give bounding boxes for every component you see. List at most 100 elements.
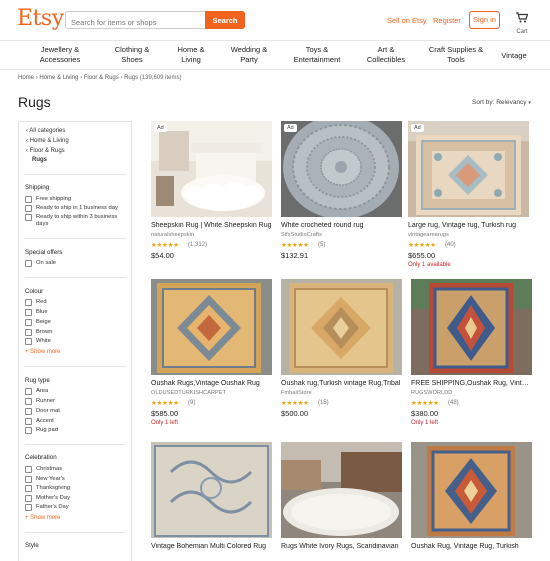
listing-image[interactable] bbox=[281, 121, 402, 217]
celebration-heading: Celebration bbox=[25, 454, 57, 461]
price: $655.00 bbox=[408, 251, 436, 260]
review-count: (40) bbox=[445, 242, 456, 248]
cat-all[interactable]: ‹ All categories bbox=[26, 128, 65, 134]
option-label: Area bbox=[36, 388, 49, 394]
checkbox[interactable] bbox=[25, 196, 32, 203]
price: $132.91 bbox=[281, 251, 309, 260]
option-label: Blue bbox=[36, 309, 48, 315]
register-link[interactable]: Register bbox=[433, 16, 461, 25]
checkbox[interactable] bbox=[25, 495, 32, 502]
checkbox[interactable] bbox=[25, 398, 32, 405]
checkbox[interactable] bbox=[25, 329, 32, 336]
option-label: New Year's bbox=[36, 476, 65, 482]
cart-button[interactable]: Cart bbox=[512, 10, 532, 35]
option-label: Ready to ship in 1 business day bbox=[36, 205, 118, 211]
crumb-home-living[interactable]: Home & Living bbox=[39, 75, 78, 81]
sort-dropdown[interactable]: Sort by: Relevancy ▾ bbox=[472, 99, 531, 106]
ad-badge: Ad bbox=[154, 124, 167, 132]
listing-title[interactable]: Oushak Rug, Vintage Rug, Turkish bbox=[411, 543, 532, 550]
listing-title[interactable]: Oushak rug,Turkish vintage Rug,Tribal bbox=[281, 380, 402, 387]
nav-toys[interactable]: Toys & Entertainment bbox=[285, 45, 349, 65]
site-header: Etsy Search Sell on Etsy Register Sign i… bbox=[0, 0, 550, 40]
price: $380.00 bbox=[411, 409, 439, 418]
listing-title[interactable]: Vintage Bohemian Multi Colored Rug bbox=[151, 543, 272, 550]
nav-vintage[interactable]: Vintage bbox=[498, 51, 530, 61]
crumb-separator: › bbox=[80, 75, 83, 81]
review-count: (1,312) bbox=[188, 242, 208, 248]
divider bbox=[25, 238, 126, 239]
shop-name[interactable]: OLDUSEDTURKISHCARPET bbox=[151, 390, 226, 396]
colour-show-more[interactable]: + Show more bbox=[25, 349, 61, 355]
listing-title[interactable]: Rugs White Ivory Rugs, Scandinavian bbox=[281, 543, 402, 550]
nav-home-living[interactable]: Home & Living bbox=[171, 45, 211, 65]
option-label: Christmas bbox=[36, 466, 63, 472]
crumb-home[interactable]: Home bbox=[18, 75, 34, 81]
listing-image[interactable] bbox=[281, 279, 402, 375]
celebration-show-more[interactable]: + Show more bbox=[25, 515, 61, 521]
checkbox[interactable] bbox=[25, 427, 32, 434]
shop-name[interactable]: RUGSWORLDD bbox=[411, 390, 452, 396]
listing-title[interactable]: Sheepskin Rug | White Sheepskin Rug bbox=[151, 222, 272, 229]
checkbox[interactable] bbox=[25, 319, 32, 326]
checkbox[interactable] bbox=[25, 309, 32, 316]
etsy-logo[interactable]: Etsy bbox=[17, 6, 64, 31]
shop-name[interactable]: SifsStudioCrafts bbox=[281, 232, 322, 238]
nav-art[interactable]: Art & Collectibles bbox=[360, 45, 412, 65]
listing-title[interactable]: Large rug, Vintage rug, Turkish rug bbox=[408, 222, 529, 229]
price: $54.00 bbox=[151, 251, 174, 260]
sign-in-button[interactable]: Sign in bbox=[469, 11, 500, 29]
listing-title[interactable]: White crocheted round rug bbox=[281, 222, 402, 229]
checkbox[interactable] bbox=[25, 408, 32, 415]
checkbox[interactable] bbox=[25, 214, 32, 221]
option-label: Mother's Day bbox=[36, 495, 70, 501]
nav-label: Jewellery & bbox=[40, 45, 80, 54]
review-count: (5) bbox=[318, 242, 326, 248]
listing-image[interactable] bbox=[281, 442, 402, 538]
nav-label: Accessories bbox=[39, 55, 81, 64]
nav-craft[interactable]: Craft Supplies & Tools bbox=[423, 45, 489, 65]
rating-stars: ★★★★★ bbox=[281, 242, 309, 249]
cat-home-living[interactable]: ‹ Home & Living bbox=[26, 138, 69, 144]
listing-image[interactable] bbox=[411, 279, 532, 375]
nav-label: Toys & bbox=[305, 45, 329, 54]
chevron-down-icon: ▾ bbox=[528, 100, 531, 106]
checkbox[interactable] bbox=[25, 388, 32, 395]
listing-image[interactable] bbox=[408, 121, 529, 217]
checkbox[interactable] bbox=[25, 205, 32, 212]
cat-floor-rugs[interactable]: ‹ Floor & Rugs bbox=[26, 148, 65, 154]
listing-image[interactable] bbox=[151, 442, 272, 538]
shop-name[interactable]: naturalsheepskin bbox=[151, 232, 194, 238]
checkbox[interactable] bbox=[25, 418, 32, 425]
review-count: (9) bbox=[188, 400, 196, 406]
listing-title[interactable]: FREE SHIPPING,Oushak Rug, Vintage bbox=[411, 380, 532, 387]
review-count: (15) bbox=[318, 400, 329, 406]
listing-image[interactable] bbox=[151, 279, 272, 375]
checkbox[interactable] bbox=[25, 260, 32, 267]
nav-label: Wedding & bbox=[230, 45, 268, 54]
search-input[interactable] bbox=[66, 14, 204, 31]
checkbox[interactable] bbox=[25, 485, 32, 492]
option-label: White bbox=[36, 338, 51, 344]
shop-name[interactable]: FmhaliStore bbox=[281, 390, 312, 396]
sell-on-etsy-link[interactable]: Sell on Etsy bbox=[387, 16, 427, 25]
crumb-rugs: Rugs bbox=[124, 75, 139, 81]
search-button[interactable]: Search bbox=[205, 11, 245, 29]
checkbox[interactable] bbox=[25, 504, 32, 511]
nav-wedding[interactable]: Wedding & Party bbox=[224, 45, 274, 65]
listing-title[interactable]: Oushak Rugs,Vintage Oushak Rug bbox=[151, 380, 272, 387]
checkbox[interactable] bbox=[25, 299, 32, 306]
listing-image[interactable] bbox=[411, 442, 532, 538]
cat-label: Floor & Rugs bbox=[29, 148, 65, 154]
checkbox[interactable] bbox=[25, 476, 32, 483]
nav-label: Party bbox=[240, 55, 258, 64]
shop-name[interactable]: vintagearearugs bbox=[408, 232, 449, 238]
checkbox[interactable] bbox=[25, 338, 32, 345]
checkbox[interactable] bbox=[25, 466, 32, 473]
filter-sidebar: ‹ All categories ‹ Home & Living ‹ Floor… bbox=[18, 121, 132, 561]
listing-image[interactable] bbox=[151, 121, 272, 217]
crumb-floor-rugs[interactable]: Floor & Rugs bbox=[84, 75, 119, 81]
ad-badge: Ad bbox=[284, 124, 297, 132]
nav-label: Entertainment bbox=[293, 55, 341, 64]
nav-clothing[interactable]: Clothing & Shoes bbox=[107, 45, 157, 65]
nav-jewellery[interactable]: Jewellery & Accessories bbox=[29, 45, 91, 65]
